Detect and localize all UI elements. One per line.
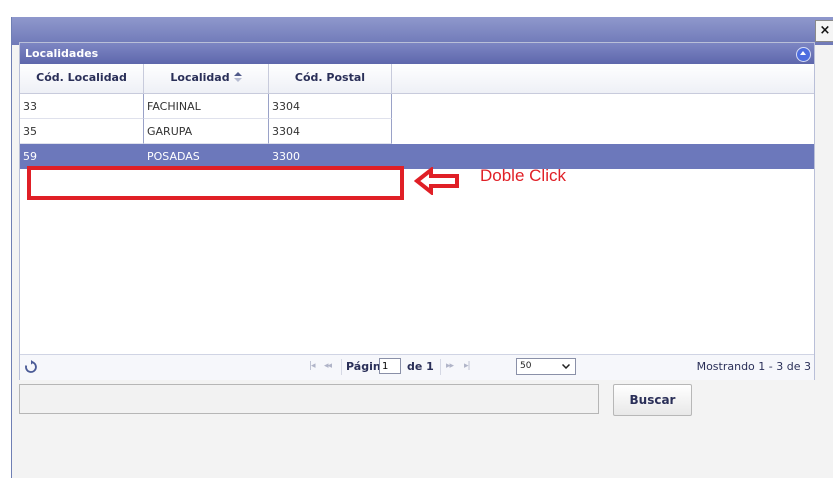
cell-localidad: GARUPA <box>144 119 269 144</box>
cell-postal: 3304 <box>269 119 392 144</box>
column-header-postal[interactable]: Cód. Postal <box>269 64 392 93</box>
grid-rows: 33 FACHINAL 3304 35 GARUPA 3304 59 POSAD… <box>20 94 814 169</box>
close-icon[interactable]: × <box>815 20 833 42</box>
collapse-icon[interactable] <box>796 47 811 62</box>
localidades-grid: Localidades Cód. Localidad Localidad Cód… <box>19 42 815 380</box>
records-info: Mostrando 1 - 3 de 3 <box>696 360 811 373</box>
page-size-select[interactable]: 50 <box>516 358 576 375</box>
table-row[interactable]: 33 FACHINAL 3304 <box>20 94 814 119</box>
page-number-input[interactable] <box>379 358 401 374</box>
cell-codigo: 35 <box>20 119 144 144</box>
column-headers: Cód. Localidad Localidad Cód. Postal <box>20 64 814 94</box>
refresh-icon[interactable] <box>24 360 38 374</box>
sort-icon[interactable] <box>233 72 242 82</box>
highlight-box <box>27 166 404 200</box>
cell-localidad: FACHINAL <box>144 94 269 119</box>
column-header-label: Localidad <box>170 71 230 84</box>
table-row[interactable]: 35 GARUPA 3304 <box>20 119 814 144</box>
arrow-left-icon <box>414 167 459 195</box>
prev-page-icon[interactable]: ◂◂ <box>324 361 332 371</box>
column-header-label: Cód. Localidad <box>36 71 127 84</box>
cell-postal: 3304 <box>269 94 392 119</box>
column-header-label: Cód. Postal <box>294 71 366 84</box>
next-page-icon[interactable]: ▸▸ <box>446 361 454 371</box>
column-header-codigo[interactable]: Cód. Localidad <box>20 64 144 93</box>
column-header-localidad[interactable]: Localidad <box>144 64 269 93</box>
first-page-icon[interactable]: |◂ <box>309 361 315 371</box>
grid-title: Localidades <box>25 47 99 60</box>
annotation-text: Doble Click <box>480 166 566 185</box>
page-size-value: 50 <box>520 361 532 371</box>
cell-codigo: 33 <box>20 94 144 119</box>
last-page-icon[interactable]: ▸| <box>464 361 470 371</box>
pager-separator <box>341 359 342 375</box>
grid-caption: Localidades <box>20 43 814 64</box>
search-button[interactable]: Buscar <box>613 384 692 416</box>
search-input[interactable] <box>19 384 599 414</box>
page-count-label: de 1 <box>407 360 434 373</box>
dialog-titlebar[interactable]: × <box>12 17 833 45</box>
chevron-down-icon <box>562 364 570 369</box>
grid-pager: |◂ ◂◂ Página de 1 ▸▸ ▸| 50 Mostrando 1 -… <box>20 354 814 380</box>
pager-separator <box>440 359 441 375</box>
